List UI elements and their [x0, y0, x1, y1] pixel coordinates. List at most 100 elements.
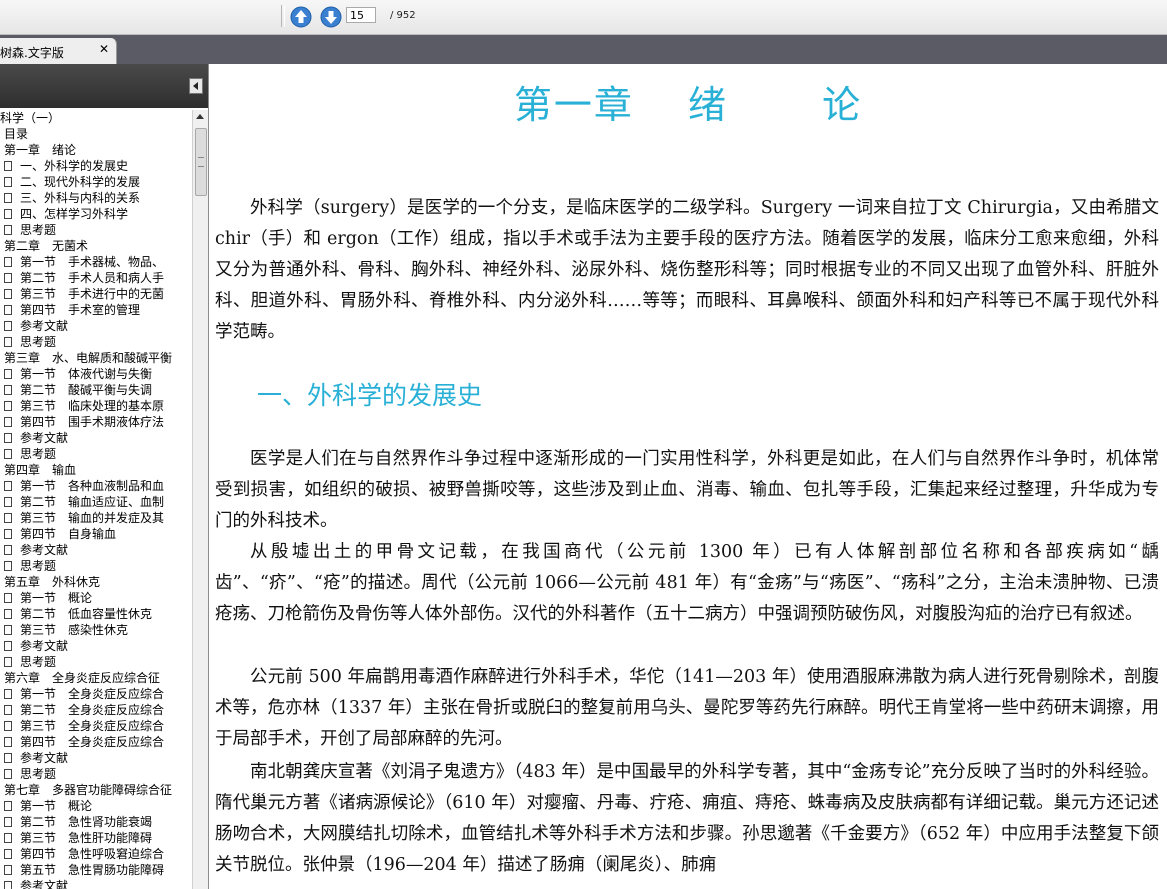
bookmark-item[interactable]: 第五章 外科休克 [0, 574, 192, 590]
bookmark-item[interactable]: 第一章 绪论 [0, 142, 192, 158]
page-icon [4, 161, 12, 171]
sidebar-header [0, 64, 208, 108]
bookmark-item[interactable]: 第二节 低血容量性休克 [0, 606, 192, 622]
bookmark-item[interactable]: 第一节 全身炎症反应综合 [0, 686, 192, 702]
bookmark-item[interactable]: 参考文献 [0, 430, 192, 446]
bookmark-item[interactable]: 第五节 急性胃肠功能障碍 [0, 862, 192, 878]
bookmark-item[interactable]: 第一节 概论 [0, 798, 192, 814]
page-icon [4, 849, 12, 859]
arrow-down-icon[interactable] [320, 6, 342, 28]
bookmark-item[interactable]: 第七章 多器官功能障碍综合征 [0, 782, 192, 798]
bookmark-item[interactable]: 一、外科学的发展史 [0, 158, 192, 174]
page-icon [4, 801, 12, 811]
bookmark-item[interactable]: 第三节 全身炎症反应综合 [0, 718, 192, 734]
bookmark-label: 三、外科与内科的关系 [20, 191, 141, 205]
bookmark-item[interactable]: 第三章 水、电解质和酸碱平衡 [0, 350, 192, 366]
bookmark-item[interactable]: 第四节 自身输血 [0, 526, 192, 542]
page-icon [4, 321, 12, 331]
bookmark-item[interactable]: 思考题 [0, 766, 192, 782]
page-icon [4, 529, 12, 539]
bookmark-label: 第二节 手术人员和病人手 [20, 271, 165, 285]
chapter-title: 第一章 绪 论 [513, 83, 863, 127]
bookmark-item[interactable]: 第二章 无菌术 [0, 238, 192, 254]
bookmark-item[interactable]: 三、外科与内科的关系 [0, 190, 192, 206]
bookmark-item[interactable]: 第三节 输血的并发症及其 [0, 510, 192, 526]
page-icon [4, 289, 12, 299]
bookmark-label: 思考题 [20, 447, 57, 461]
document-page: 第一章 绪 论 外科学（surgery）是医学的一个分支，是临床医学的二级学科。… [209, 64, 1167, 889]
bookmark-item[interactable]: 第三节 临床处理的基本原 [0, 398, 192, 414]
bookmark-item[interactable]: 第四节 全身炎症反应综合 [0, 734, 192, 750]
page-icon [4, 225, 12, 235]
bookmark-item[interactable]: 思考题 [0, 334, 192, 350]
close-icon[interactable]: ✕ [99, 42, 109, 56]
bookmark-label: 思考题 [20, 335, 57, 349]
bookmark-label: 第三节 急性肝功能障碍 [20, 831, 153, 845]
bookmark-item[interactable]: 思考题 [0, 654, 192, 670]
bookmark-label: 第一节 概论 [20, 591, 93, 605]
bookmark-item[interactable]: 思考题 [0, 558, 192, 574]
page-icon [4, 449, 12, 459]
page-icon [4, 737, 12, 747]
scrollbar-thumb[interactable] [195, 128, 207, 196]
bookmark-item[interactable]: 科学（一） [0, 110, 192, 126]
bookmark-item[interactable]: 第一节 体液代谢与失衡 [0, 366, 192, 382]
bookmark-item[interactable]: 第三节 手术进行中的无菌 [0, 286, 192, 302]
bookmark-label: 第三章 水、电解质和酸碱平衡 [4, 351, 173, 365]
paragraph: 外科学（surgery）是医学的一个分支，是临床医学的二级学科。Surgery … [215, 198, 1159, 342]
page-icon [4, 433, 12, 443]
bookmark-item[interactable]: 参考文献 [0, 318, 192, 334]
page-icon [4, 817, 12, 827]
bookmark-label: 第一节 概论 [20, 799, 93, 813]
bookmark-item[interactable]: 第二节 手术人员和病人手 [0, 270, 192, 286]
bookmark-label: 第三节 输血的并发症及其 [20, 511, 165, 525]
page-icon [4, 833, 12, 843]
bookmark-item[interactable]: 第三节 急性肝功能障碍 [0, 830, 192, 846]
bookmark-item[interactable]: 第三节 感染性休克 [0, 622, 192, 638]
bookmark-label: 第五节 急性胃肠功能障碍 [20, 863, 165, 877]
bookmark-label: 思考题 [20, 655, 57, 669]
bookmark-item[interactable]: 参考文献 [0, 878, 192, 889]
bookmark-item[interactable]: 参考文献 [0, 750, 192, 766]
document-tab[interactable]: 树森.文字版 ✕ [0, 38, 117, 64]
bookmark-item[interactable]: 第一节 各种血液制品和血 [0, 478, 192, 494]
bookmark-item[interactable]: 第四节 围手术期液体疗法 [0, 414, 192, 430]
bookmark-label: 参考文献 [20, 751, 69, 765]
bookmark-label: 第二节 输血适应证、血制 [20, 495, 165, 509]
bookmark-item[interactable]: 目录 [0, 126, 192, 142]
bookmark-item[interactable]: 第四节 急性呼吸窘迫综合 [0, 846, 192, 862]
page-total: / 952 [390, 10, 416, 21]
collapse-sidebar-icon[interactable] [189, 78, 203, 94]
bookmark-label: 第四节 全身炎症反应综合 [20, 735, 165, 749]
bookmark-item[interactable]: 思考题 [0, 446, 192, 462]
bookmark-item[interactable]: 二、现代外科学的发展 [0, 174, 192, 190]
bookmark-item[interactable]: 第一节 概论 [0, 590, 192, 606]
arrow-up-icon[interactable] [290, 6, 312, 28]
bookmark-label: 第三节 感染性休克 [20, 623, 129, 637]
bookmark-item[interactable]: 第二节 急性肾功能衰竭 [0, 814, 192, 830]
page-icon [4, 337, 12, 347]
bookmark-item[interactable]: 第六章 全身炎症反应综合征 [0, 670, 192, 686]
bookmark-item[interactable]: 第四章 输血 [0, 462, 192, 478]
bookmark-item[interactable]: 四、怎样学习外科学 [0, 206, 192, 222]
page-icon [4, 689, 12, 699]
bookmark-item[interactable]: 思考题 [0, 222, 192, 238]
bookmark-item[interactable]: 参考文献 [0, 638, 192, 654]
bookmark-item[interactable]: 第一节 手术器械、物品、 [0, 254, 192, 270]
bookmark-item[interactable]: 第二节 酸碱平衡与失调 [0, 382, 192, 398]
page-icon [4, 545, 12, 555]
tab-label: 树森.文字版 [0, 46, 64, 60]
bookmark-label: 第一节 体液代谢与失衡 [20, 367, 153, 381]
bookmark-item[interactable]: 参考文献 [0, 542, 192, 558]
page-number-input[interactable] [346, 7, 376, 23]
bookmark-sidebar: 科学（一） 目录 第一章 绪论 一、外科学的发展史 二、现代外科学的发展 三、外科与内科的… [0, 64, 209, 889]
bookmark-item[interactable]: 第二节 输血适应证、血制 [0, 494, 192, 510]
page-icon [4, 561, 12, 571]
page-icon [4, 497, 12, 507]
scroll-up-icon[interactable] [196, 114, 204, 119]
sidebar-scrollbar[interactable] [192, 110, 208, 889]
bookmark-item[interactable]: 第四节 手术室的管理 [0, 302, 192, 318]
bookmark-item[interactable]: 第二节 全身炎症反应综合 [0, 702, 192, 718]
paragraph: 公元前 500 年扁鹊用毒酒作麻醉进行外科手术，华佗（141—203 年）使用酒… [215, 667, 1159, 749]
bookmark-label: 参考文献 [20, 431, 69, 445]
